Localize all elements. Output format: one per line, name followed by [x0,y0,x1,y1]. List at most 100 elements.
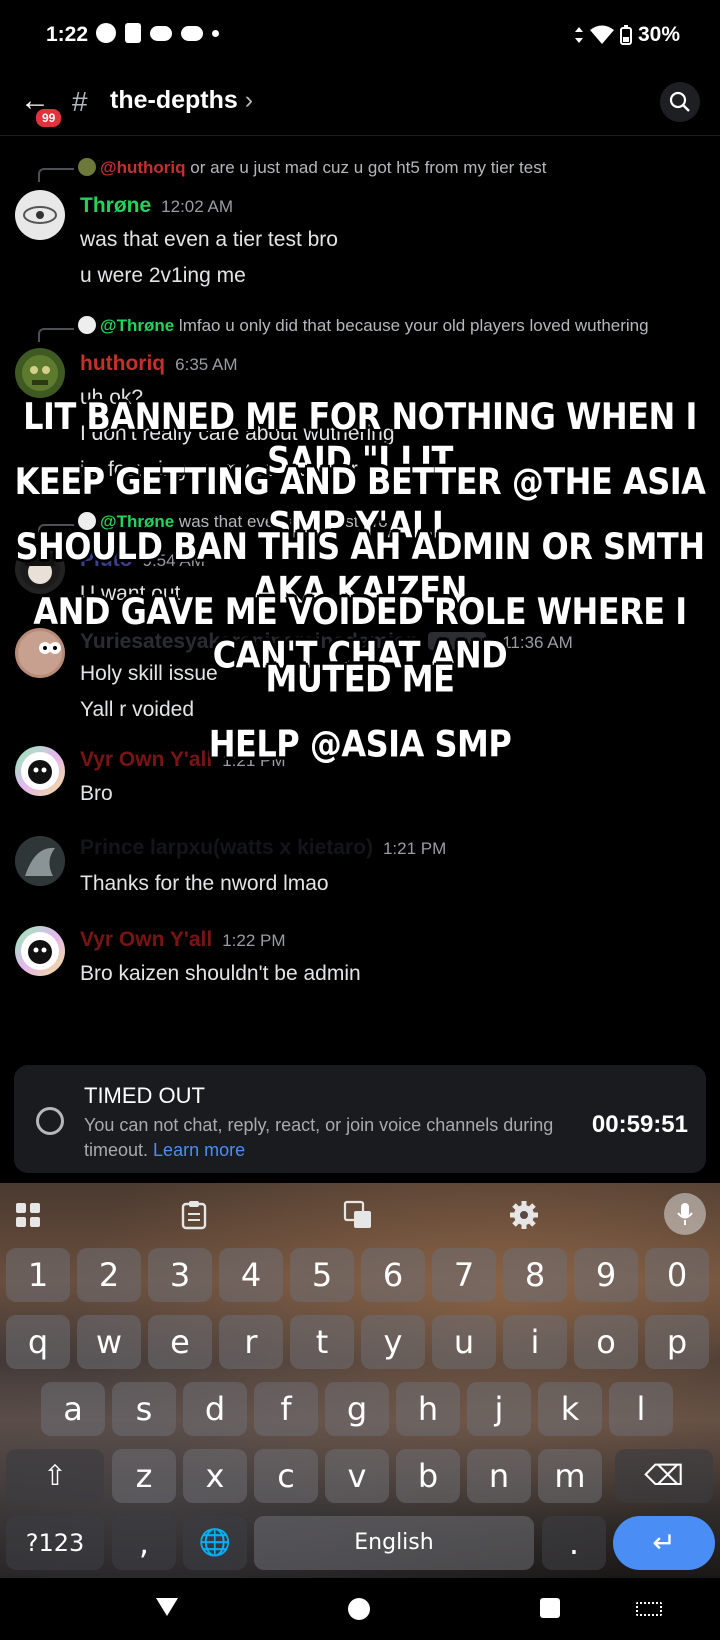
key-j[interactable]: j [467,1382,531,1436]
data-arrows-icon [574,27,583,43]
settings-gear-icon[interactable] [504,1195,544,1235]
key-1[interactable]: 1 [6,1248,70,1302]
learn-more-link[interactable]: Learn more [153,1140,245,1160]
author-name[interactable]: Pluto 9:54 AM [80,548,205,572]
key-a[interactable]: a [41,1382,105,1436]
reply-preview[interactable]: @Thrøne lmfao u only did that because yo… [78,316,649,336]
author-name-text: huthoriq [80,352,166,375]
avatar[interactable] [15,190,65,240]
key-p[interactable]: p [645,1315,709,1369]
author-name[interactable]: Prince larpxu(watts x kietaro) 1:21 PM [80,836,446,860]
avatar[interactable] [15,746,65,796]
key-3[interactable]: 3 [148,1248,212,1302]
key-f[interactable]: f [254,1382,318,1436]
key-t[interactable]: t [290,1315,354,1369]
key-x[interactable]: x [183,1449,247,1503]
key-4[interactable]: 4 [219,1248,283,1302]
key-m[interactable]: m [538,1449,602,1503]
key-h[interactable]: h [396,1382,460,1436]
reply-preview[interactable]: @huthoriq or are u just mad cuz u got ht… [78,158,546,178]
status-right: 30% [574,23,680,47]
key-q[interactable]: q [6,1315,70,1369]
nav-recents-icon[interactable] [540,1598,560,1618]
reply-avatar [78,512,96,530]
key-7[interactable]: 7 [432,1248,496,1302]
globe-icon[interactable]: 🌐 [183,1516,247,1570]
avatar[interactable] [15,926,65,976]
status-time: 1:22 [46,23,89,46]
key-v[interactable]: v [325,1449,389,1503]
channel-name-text: the-depths [110,86,238,114]
clipboard-icon[interactable] [174,1195,214,1235]
channel-header: ← 99 # the-depths › [0,72,720,136]
search-button[interactable] [660,82,700,122]
translate-icon[interactable] [338,1195,378,1235]
key-s[interactable]: s [112,1382,176,1436]
key-l[interactable]: l [609,1382,673,1436]
key-6[interactable]: 6 [361,1248,425,1302]
nav-back-icon[interactable] [156,1598,178,1616]
key-o[interactable]: o [574,1315,638,1369]
discord-icon [181,25,203,41]
author-name[interactable]: Yuriesatesyakaraninarainadamien 11:36 AM [80,630,573,654]
key-n[interactable]: n [467,1449,531,1503]
avatar[interactable] [15,836,65,886]
wifi-icon [589,25,614,44]
timeout-panel: TIMED OUT You can not chat, reply, react… [14,1065,706,1173]
timeout-clock-icon [36,1107,64,1135]
message-text: im focusing on my own server [80,458,358,481]
shift-key[interactable]: ⇧ [6,1449,104,1503]
key-2[interactable]: 2 [77,1248,141,1302]
on-screen-keyboard: 1 2 3 4 5 6 7 8 9 0 q w e r t y u i o p … [0,1183,720,1578]
reply-connector [38,524,74,538]
avatar[interactable] [15,628,65,678]
timestamp: 11:36 AM [502,633,573,652]
key-u[interactable]: u [432,1315,496,1369]
more-notifications-dot-icon [212,29,219,37]
message-text: Thanks for the nword lmao [80,872,329,895]
timestamp: 1:22 PM [222,931,286,950]
symbols-key[interactable]: ?123 [6,1516,104,1570]
timestamp: 1:21 PM [382,839,447,858]
discord-icon [150,25,172,41]
notification-icons [96,23,219,43]
avatar[interactable] [15,348,65,398]
key-i[interactable]: i [503,1315,567,1369]
key-w[interactable]: w [77,1315,141,1369]
channel-name[interactable]: the-depths › [110,86,253,115]
key-0[interactable]: 0 [645,1248,709,1302]
apps-grid-icon[interactable] [8,1195,48,1235]
key-z[interactable]: z [112,1449,176,1503]
enter-key[interactable]: ↵ [613,1516,715,1570]
author-name[interactable]: Vyr Own Y'all 1:22 PM [80,928,286,952]
reply-text: or are u just mad cuz u got ht5 from my … [190,158,547,177]
key-r[interactable]: r [219,1315,283,1369]
avatar[interactable] [15,544,65,594]
key-y[interactable]: y [361,1315,425,1369]
backspace-key[interactable]: ⌫ [615,1449,713,1503]
chevron-right-icon: › [244,86,254,114]
nav-home-icon[interactable] [348,1598,370,1620]
reply-avatar [78,158,96,176]
key-k[interactable]: k [538,1382,602,1436]
author-name-text: Thrøne [80,194,152,217]
tiktok-icon [125,23,141,43]
period-key[interactable]: . [542,1516,606,1570]
key-b[interactable]: b [396,1449,460,1503]
key-8[interactable]: 8 [503,1248,567,1302]
microphone-icon[interactable] [664,1193,706,1235]
author-name[interactable]: Thrøne 12:02 AM [80,194,233,218]
key-d[interactable]: d [183,1382,247,1436]
author-name[interactable]: huthoriq 6:35 AM [80,352,238,376]
comma-key[interactable]: , [112,1516,176,1570]
reply-preview[interactable]: @Thrøne was that even a tier test bro [78,512,388,532]
keyboard-switch-icon[interactable] [636,1602,662,1616]
message-list[interactable]: @huthoriq or are u just mad cuz u got ht… [0,136,720,1060]
key-e[interactable]: e [148,1315,212,1369]
key-c[interactable]: c [254,1449,318,1503]
key-g[interactable]: g [325,1382,389,1436]
key-9[interactable]: 9 [574,1248,638,1302]
author-name[interactable]: Vyr Own Y'all 1:21 PM [80,748,286,772]
space-bar[interactable]: English [254,1516,534,1570]
key-5[interactable]: 5 [290,1248,354,1302]
